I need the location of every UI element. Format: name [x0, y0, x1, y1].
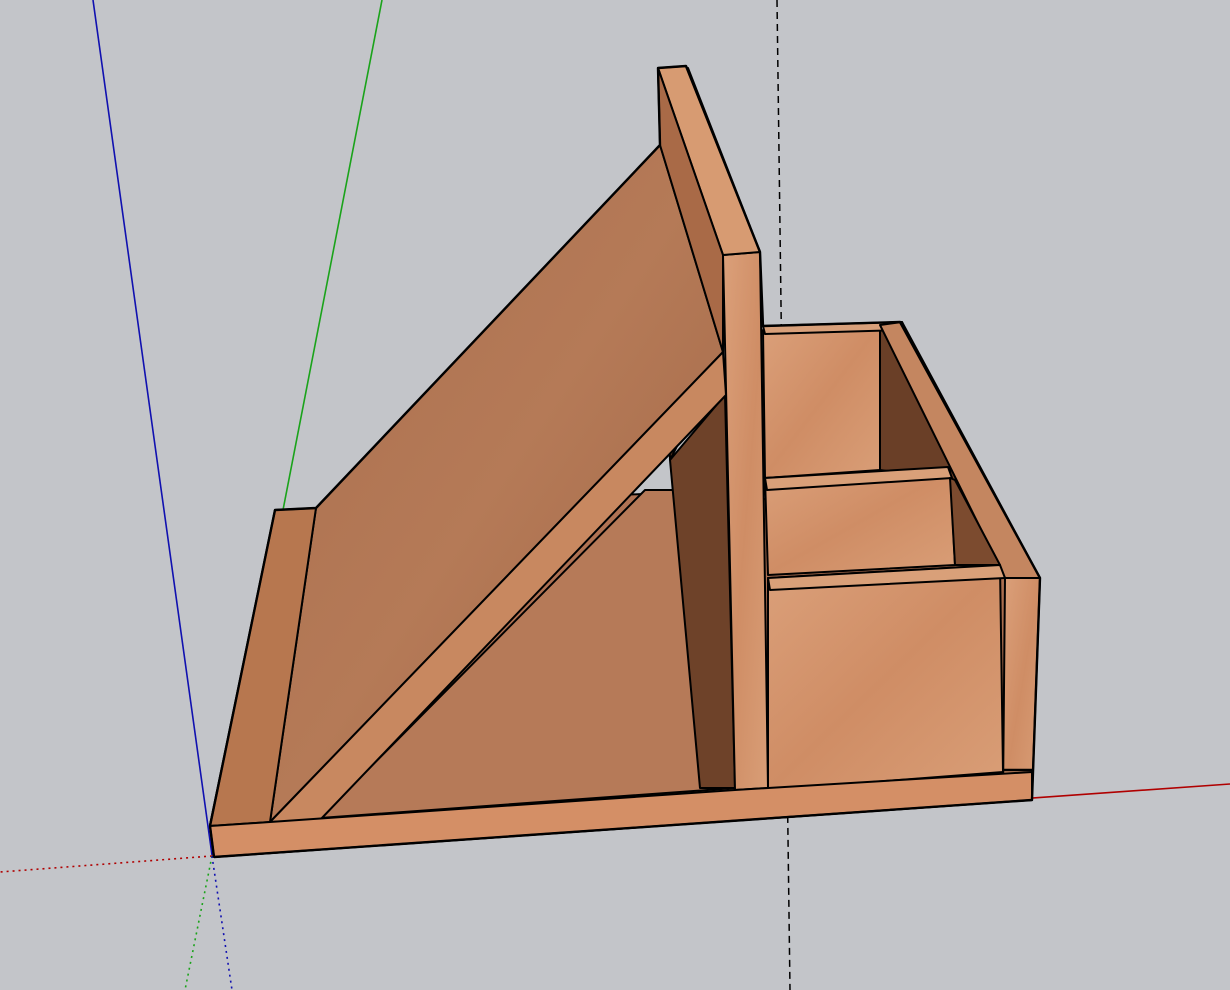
3d-viewport[interactable]: [0, 0, 1230, 990]
organizer-back-wall-face[interactable]: [762, 324, 881, 479]
green-axis-line: [282, 0, 383, 511]
wooden-stand-model[interactable]: [208, 64, 1042, 859]
blue-axis-negative-line: [211, 855, 233, 990]
model-scene[interactable]: [0, 0, 1230, 990]
red-axis-negative-line: [0, 855, 213, 873]
front-compartment-face[interactable]: [767, 564, 1004, 791]
blue-axis-line: [92, 0, 213, 856]
green-axis-negative-line: [184, 855, 213, 990]
